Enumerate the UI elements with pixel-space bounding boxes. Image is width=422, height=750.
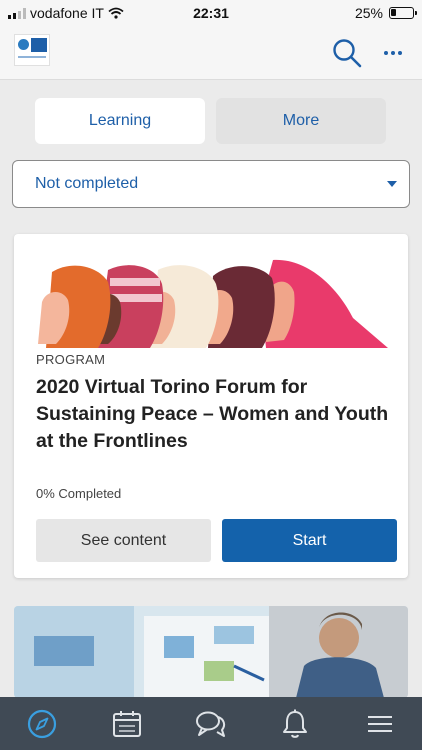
meeting-photo-illustration (14, 606, 408, 698)
program-card[interactable]: PROGRAM 2020 Virtual Torino Forum for Su… (14, 234, 408, 578)
card-title[interactable]: 2020 Virtual Torino Forum for Sustaining… (36, 374, 396, 455)
chevron-down-icon (387, 181, 397, 187)
logo-wordmark-icon (18, 56, 46, 58)
tab-more[interactable]: More (216, 98, 386, 144)
search-button[interactable] (330, 36, 364, 70)
more-icon (384, 51, 388, 55)
app-header (0, 26, 422, 80)
completion-status: 0% Completed (36, 486, 122, 501)
start-button[interactable]: Start (222, 519, 397, 562)
more-button[interactable] (376, 36, 410, 70)
menu-icon (367, 715, 392, 732)
compass-icon (28, 709, 57, 738)
chat-icon (195, 711, 226, 737)
search-icon (333, 39, 362, 68)
nav-notifications[interactable] (271, 702, 319, 746)
calendar-icon (112, 710, 141, 737)
bottom-navigation (0, 697, 422, 750)
see-content-button[interactable]: See content (36, 519, 211, 562)
nav-menu[interactable] (356, 702, 404, 746)
nav-explore[interactable] (18, 702, 66, 746)
women-profiles-illustration (38, 259, 388, 348)
program-card-2[interactable] (14, 606, 408, 698)
tab-learning[interactable]: Learning (35, 98, 205, 144)
un-logo[interactable] (14, 34, 50, 66)
logo-mark-icon (31, 38, 47, 52)
nav-messages[interactable] (187, 702, 235, 746)
filter-selected-value: Not completed (35, 175, 139, 192)
card-type-label: PROGRAM (36, 352, 106, 367)
completion-filter-select[interactable]: Not completed (12, 160, 410, 208)
un-emblem-icon (18, 39, 29, 50)
battery-icon (389, 7, 417, 19)
status-right: 25% (354, 5, 417, 21)
nav-calendar[interactable] (103, 702, 151, 746)
status-bar: vodafone IT 22:31 25% (0, 0, 422, 26)
bell-icon (283, 709, 308, 738)
battery-percent: 25% (354, 5, 383, 21)
